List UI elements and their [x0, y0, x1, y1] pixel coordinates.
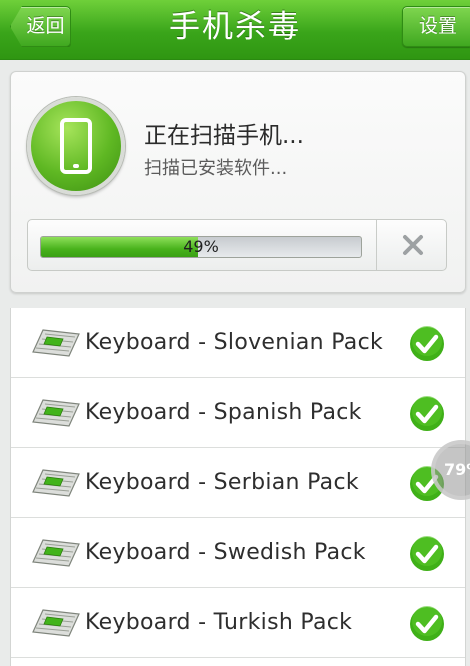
keyboard-icon: [32, 399, 80, 427]
phone-scan-badge: [27, 97, 125, 195]
close-icon: [403, 235, 423, 255]
keyboard-icon: [32, 539, 80, 567]
check-icon: [410, 536, 444, 571]
app-name: Keyboard - Slovenian Pack: [85, 330, 384, 355]
check-icon: [410, 606, 444, 641]
list-item[interactable]: Keyboard - Serbian Pack: [11, 448, 465, 518]
page-title: 手机杀毒: [169, 9, 301, 45]
keyboard-icon: [32, 609, 80, 637]
app-name: Keyboard - Spanish Pack: [85, 400, 362, 425]
check-icon: [410, 326, 444, 361]
list-item[interactable]: Keyboard - Spanish Pack: [11, 378, 465, 448]
scan-status-card: 正在扫描手机... 扫描已安装软件... 49%: [10, 71, 466, 293]
list-item[interactable]: Keyboard - Turkish Pack: [11, 588, 465, 658]
app-name: Keyboard - Serbian Pack: [85, 470, 359, 495]
title-bar: 返回 手机杀毒 设置: [0, 0, 470, 60]
progress-panel: 49%: [27, 219, 447, 271]
scanned-app-list: Keyboard - Slovenian Pack Keyboard - Spa…: [10, 308, 466, 666]
check-icon: [410, 396, 444, 431]
scan-subtitle: 扫描已安装软件...: [144, 158, 288, 179]
scan-title: 正在扫描手机...: [144, 123, 304, 149]
app-name: Keyboard - Swedish Pack: [85, 540, 366, 565]
settings-button[interactable]: 设置: [402, 6, 470, 47]
phone-icon: [60, 118, 92, 174]
progress-text: 49%: [183, 237, 219, 256]
floating-badge-text: 79%: [444, 460, 470, 479]
app-name: Keyboard - Turkish Pack: [85, 610, 353, 635]
list-item[interactable]: Keyboard - Swedish Pack: [11, 518, 465, 588]
keyboard-icon: [32, 469, 80, 497]
progress-bar: 49%: [40, 236, 362, 258]
keyboard-icon: [32, 329, 80, 357]
list-item[interactable]: Keyboard - Slovenian Pack: [11, 308, 465, 378]
cancel-scan-button[interactable]: [377, 220, 447, 270]
